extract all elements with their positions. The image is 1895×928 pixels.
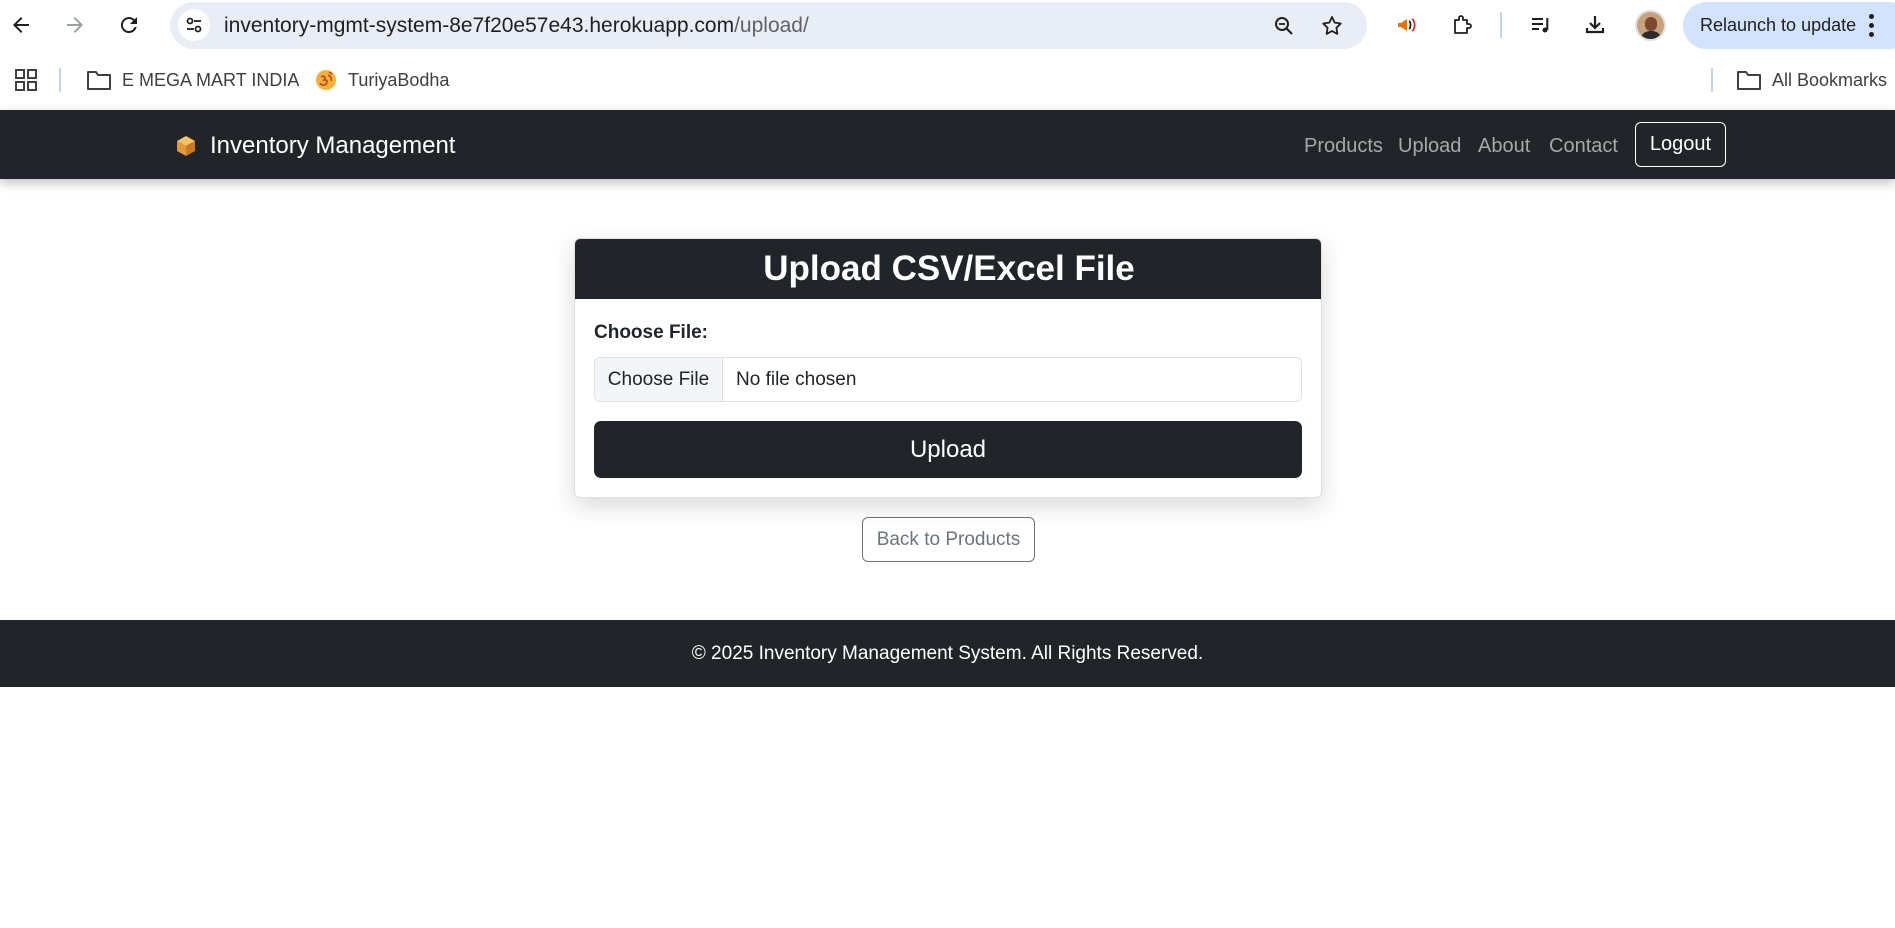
apps-grid-icon[interactable] bbox=[14, 67, 48, 93]
address-bar[interactable]: inventory-mgmt-system-8e7f20e57e43.herok… bbox=[170, 2, 1367, 49]
choose-file-button[interactable]: Choose File bbox=[595, 358, 723, 401]
all-bookmarks[interactable]: All Bookmarks bbox=[1736, 67, 1887, 93]
bookmarks-bar: E MEGA MART INDIA TuriyaBodha All Bookma… bbox=[0, 50, 1895, 110]
bookmark-turiyabodha[interactable]: TuriyaBodha bbox=[314, 67, 449, 93]
card-title: Upload CSV/Excel File bbox=[575, 239, 1321, 299]
bookmarks-separator bbox=[1711, 68, 1713, 92]
upload-button[interactable]: Upload bbox=[594, 421, 1302, 478]
om-icon bbox=[316, 70, 336, 90]
forward-arrow-icon[interactable] bbox=[57, 7, 93, 43]
bookmark-label: E MEGA MART INDIA bbox=[122, 69, 300, 90]
folder-icon bbox=[1737, 71, 1761, 90]
nav-link-upload[interactable]: Upload bbox=[1398, 135, 1461, 158]
reload-icon[interactable] bbox=[111, 7, 147, 43]
nav-link-products[interactable]: Products bbox=[1304, 135, 1383, 158]
url-text: inventory-mgmt-system-8e7f20e57e43.herok… bbox=[224, 14, 809, 38]
relaunch-button[interactable]: Relaunch to update bbox=[1683, 2, 1895, 49]
kebab-menu-icon[interactable] bbox=[1869, 14, 1875, 38]
file-field-label: Choose File: bbox=[594, 322, 709, 343]
extensions-icon[interactable] bbox=[1444, 7, 1480, 43]
downloads-icon[interactable] bbox=[1577, 7, 1613, 43]
back-arrow-icon[interactable] bbox=[3, 7, 39, 43]
all-bookmarks-label: All Bookmarks bbox=[1772, 69, 1888, 90]
site-settings-icon[interactable] bbox=[178, 9, 210, 41]
url-host: inventory-mgmt-system-8e7f20e57e43.herok… bbox=[224, 14, 735, 37]
brand-name: Inventory Management bbox=[210, 132, 456, 159]
folder-icon bbox=[87, 71, 111, 90]
relaunch-label: Relaunch to update bbox=[1700, 15, 1857, 35]
url-path: /upload/ bbox=[734, 14, 809, 37]
browser-toolbar: inventory-mgmt-system-8e7f20e57e43.herok… bbox=[0, 0, 1895, 50]
profile-avatar[interactable] bbox=[1635, 10, 1666, 41]
package-icon bbox=[177, 136, 195, 156]
brand-link[interactable]: Inventory Management bbox=[174, 132, 455, 160]
media-playlist-icon[interactable] bbox=[1523, 7, 1559, 43]
bookmarks-separator bbox=[59, 68, 61, 92]
bookmark-e-mega-mart[interactable]: E MEGA MART INDIA bbox=[86, 67, 299, 93]
nav-link-about[interactable]: About bbox=[1478, 135, 1530, 158]
site-footer: © 2025 Inventory Management System. All … bbox=[0, 620, 1895, 687]
site-navbar: Inventory Management Products Upload Abo… bbox=[0, 110, 1895, 179]
upload-card: Upload CSV/Excel File Choose File: Choos… bbox=[574, 238, 1322, 498]
file-input[interactable]: Choose File No file chosen bbox=[594, 357, 1302, 402]
back-to-products-button[interactable]: Back to Products bbox=[862, 517, 1035, 562]
bookmark-star-icon[interactable] bbox=[1315, 9, 1349, 43]
file-status-text: No file chosen bbox=[736, 369, 857, 390]
zoom-icon[interactable] bbox=[1267, 9, 1301, 43]
bookmark-label: TuriyaBodha bbox=[348, 69, 450, 90]
nav-link-contact[interactable]: Contact bbox=[1549, 135, 1618, 158]
megaphone-icon[interactable] bbox=[1389, 7, 1425, 43]
footer-text: © 2025 Inventory Management System. All … bbox=[691, 642, 1204, 664]
toolbar-separator bbox=[1500, 12, 1502, 38]
logout-button[interactable]: Logout bbox=[1635, 122, 1726, 167]
